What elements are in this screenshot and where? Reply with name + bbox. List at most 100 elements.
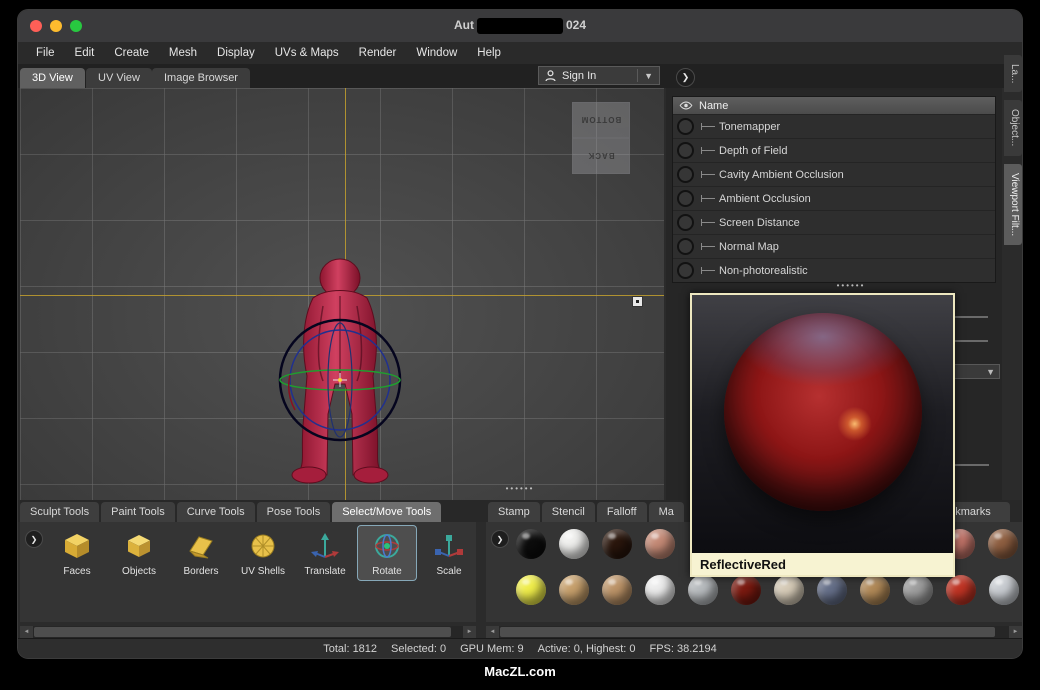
tool-objects[interactable]: Objects	[110, 526, 168, 580]
scrollbar-track[interactable]	[33, 626, 463, 638]
material-swatch-reflective-red[interactable]	[946, 575, 976, 605]
material-swatch-espresso[interactable]	[602, 529, 632, 559]
material-swatch-dark-red[interactable]	[731, 575, 761, 605]
filter-row-normal-map[interactable]: Normal Map	[673, 234, 995, 258]
sign-in-label: Sign In	[562, 70, 631, 82]
tab-material-presets[interactable]: Ma	[649, 502, 684, 522]
tab-select-move-tools[interactable]: Select/Move Tools	[332, 502, 441, 522]
material-preview-label: ReflectiveRed	[692, 553, 953, 575]
axis-widget[interactable]	[632, 296, 643, 307]
rotate-manipulator[interactable]	[275, 315, 405, 445]
scroll-left-icon[interactable]: ◄	[486, 626, 499, 638]
objects-icon	[122, 529, 156, 563]
swatch-tray-scrollbar[interactable]: ◄ ►	[486, 626, 1022, 638]
scrollbar-thumb[interactable]	[500, 627, 995, 637]
material-swatch-white[interactable]	[559, 529, 589, 559]
tab-falloff[interactable]: Falloff	[597, 502, 647, 522]
tray-expand-button[interactable]: ❯	[491, 530, 509, 548]
tab-stencil[interactable]: Stencil	[542, 502, 595, 522]
filter-row-ambient-occlusion[interactable]: Ambient Occlusion	[673, 186, 995, 210]
menu-help[interactable]: Help	[467, 47, 511, 59]
tab-image-browser[interactable]: Image Browser	[152, 68, 250, 88]
material-swatch-caramel[interactable]	[860, 575, 890, 605]
scroll-right-icon[interactable]: ►	[463, 626, 476, 638]
scroll-left-icon[interactable]: ◄	[20, 626, 33, 638]
menu-window[interactable]: Window	[406, 47, 467, 59]
material-swatch-gray[interactable]	[903, 575, 933, 605]
title-bar: Aut024	[18, 10, 1022, 43]
menu-uvs-maps[interactable]: UVs & Maps	[265, 47, 349, 59]
tab-stamp[interactable]: Stamp	[488, 502, 540, 522]
filter-toggle[interactable]	[677, 166, 694, 183]
material-swatch-cream[interactable]	[774, 575, 804, 605]
chevron-down-icon[interactable]: ▼	[644, 71, 653, 81]
scale-icon	[432, 529, 466, 563]
filter-row-screen-distance[interactable]: Screen Distance	[673, 210, 995, 234]
view-cube-face-bottom[interactable]: BOTTOM	[572, 102, 630, 138]
filter-toggle[interactable]	[677, 142, 694, 159]
scrollbar-track[interactable]	[499, 626, 1009, 638]
filter-row-depth-of-field[interactable]: Depth of Field	[673, 138, 995, 162]
material-preview-popup: ReflectiveRed	[690, 293, 955, 577]
tool-tray-scrollbar[interactable]: ◄ ►	[20, 626, 476, 638]
filter-toggle[interactable]	[677, 190, 694, 207]
side-tab-viewport-filters[interactable]: Viewport Filt...	[1004, 164, 1022, 245]
scrollbar-thumb[interactable]	[34, 627, 451, 637]
tab-paint-tools[interactable]: Paint Tools	[101, 502, 175, 522]
panel-resize-handle[interactable]: ••••••	[806, 281, 896, 290]
material-swatch-tan[interactable]	[559, 575, 589, 605]
censor-block	[477, 18, 563, 34]
material-swatch-light-brown[interactable]	[602, 575, 632, 605]
menu-edit[interactable]: Edit	[65, 47, 105, 59]
material-swatch-silver[interactable]	[688, 575, 718, 605]
menu-display[interactable]: Display	[207, 47, 265, 59]
tree-connector	[701, 270, 715, 271]
menu-file[interactable]: File	[26, 47, 65, 59]
tab-uv-view[interactable]: UV View	[86, 68, 152, 88]
material-swatch-brown[interactable]	[988, 529, 1018, 559]
tray-expand-button[interactable]: ❯	[25, 530, 43, 548]
rotate-icon	[370, 529, 404, 563]
menu-create[interactable]: Create	[104, 47, 159, 59]
view-cube[interactable]: BACK BOTTOM	[572, 102, 630, 174]
tool-scale[interactable]: Scale	[420, 526, 478, 580]
material-swatch-chrome[interactable]	[989, 575, 1019, 605]
tab-3d-view[interactable]: 3D View	[20, 68, 85, 88]
tool-uv-shells[interactable]: UV Shells	[234, 526, 292, 580]
filter-row-cavity-ao[interactable]: Cavity Ambient Occlusion	[673, 162, 995, 186]
filter-toggle[interactable]	[677, 118, 694, 135]
tool-faces[interactable]: Faces	[48, 526, 106, 580]
scroll-right-icon[interactable]: ►	[1009, 626, 1022, 638]
menu-mesh[interactable]: Mesh	[159, 47, 207, 59]
view-cube-face-back[interactable]: BACK	[572, 138, 630, 174]
filter-toggle[interactable]	[677, 238, 694, 255]
material-swatch-porcelain[interactable]	[645, 575, 675, 605]
view-tab-bar: 3D View UV View Image Browser Sign In ▼	[18, 64, 1022, 88]
arrow-right-icon: ❯	[497, 535, 504, 544]
material-swatch-terracotta[interactable]	[645, 529, 675, 559]
filter-row-tonemapper[interactable]: Tonemapper	[673, 114, 995, 138]
menu-bar: File Edit Create Mesh Display UVs & Maps…	[18, 42, 1022, 64]
window-title-right: 024	[566, 18, 586, 32]
material-swatch-slate[interactable]	[817, 575, 847, 605]
filter-toggle[interactable]	[677, 262, 694, 279]
viewport-resize-handle[interactable]: ••••••	[475, 484, 565, 493]
side-tab-object[interactable]: Object...	[1004, 100, 1022, 155]
tab-curve-tools[interactable]: Curve Tools	[177, 502, 255, 522]
tool-borders[interactable]: Borders	[172, 526, 230, 580]
side-tab-layers[interactable]: La...	[1004, 55, 1022, 92]
status-fps: FPS: 38.2194	[650, 643, 717, 655]
panel-expand-button[interactable]: ❯	[676, 68, 695, 87]
filter-toggle[interactable]	[677, 214, 694, 231]
sign-in-dropdown[interactable]: Sign In ▼	[538, 66, 660, 85]
tool-rotate[interactable]: Rotate	[358, 526, 416, 580]
material-swatch-black[interactable]	[516, 529, 546, 559]
material-swatch-yellow[interactable]	[516, 575, 546, 605]
tab-sculpt-tools[interactable]: Sculpt Tools	[20, 502, 99, 522]
status-gpu-mem: GPU Mem: 9	[460, 643, 524, 655]
tool-translate[interactable]: Translate	[296, 526, 354, 580]
menu-render[interactable]: Render	[349, 47, 407, 59]
tab-pose-tools[interactable]: Pose Tools	[257, 502, 331, 522]
3d-viewport[interactable]: BACK BOTTOM	[20, 88, 664, 500]
filter-row-non-photorealistic[interactable]: Non-photorealistic	[673, 258, 995, 282]
